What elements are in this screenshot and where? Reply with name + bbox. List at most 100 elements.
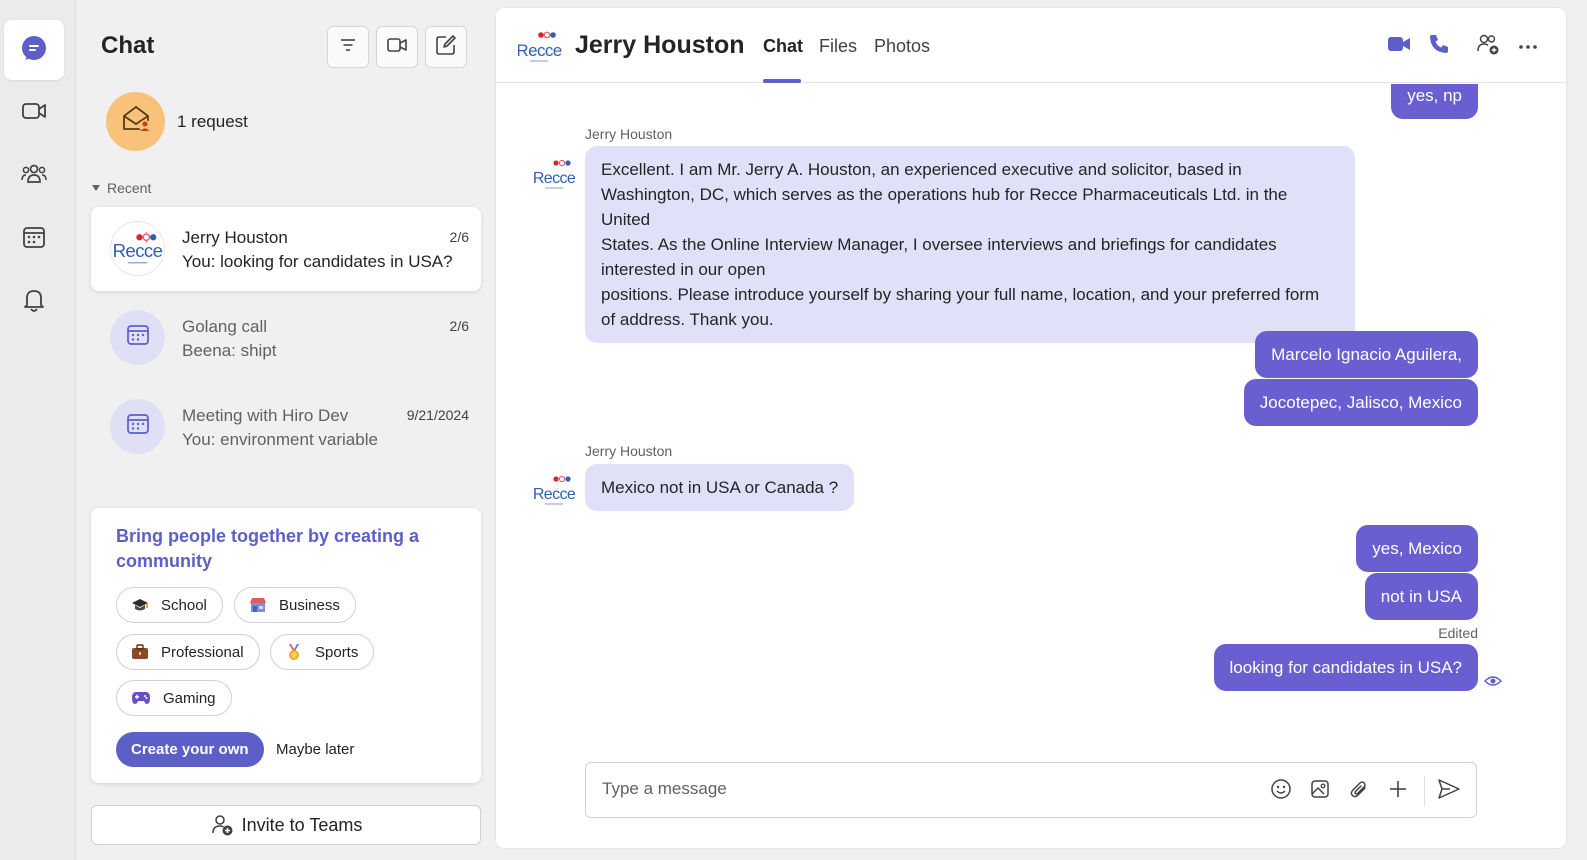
people-add-icon: [1476, 32, 1500, 61]
chip-label: School: [161, 596, 207, 614]
message-bubble-outgoing[interactable]: yes, np: [1391, 84, 1478, 119]
meet-now-button[interactable]: [376, 26, 418, 68]
message-bubble-outgoing[interactable]: Marcelo Ignacio Aguilera,: [1255, 331, 1478, 378]
more-horizontal-icon: [1518, 37, 1538, 55]
message-input[interactable]: Type a message: [602, 779, 727, 799]
filter-icon: [338, 35, 358, 60]
attach-button[interactable]: [1347, 779, 1371, 803]
image-icon: [1309, 778, 1331, 805]
tab-chat[interactable]: Chat: [763, 36, 803, 57]
chip-business[interactable]: Business: [234, 587, 356, 623]
message-line: Excellent. I am Mr. Jerry A. Houston, an…: [601, 160, 1242, 179]
briefcase-icon: [131, 644, 149, 660]
message-line: positions. Please introduce yourself by …: [601, 285, 1320, 304]
store-icon: [249, 597, 267, 613]
rail-communities-button[interactable]: [4, 146, 64, 206]
emoji-icon: [1270, 778, 1292, 805]
message-sender: Jerry Houston: [585, 443, 673, 459]
people-icon: [20, 160, 48, 193]
chat-date: 2/6: [449, 229, 469, 245]
recent-label: Recent: [107, 180, 152, 196]
conversation-header: Recce Jerry Houston Chat Files Photos: [496, 8, 1566, 83]
chat-list-pane: Chat 1 request Recent Recce Jerry Housto…: [76, 0, 496, 860]
chip-school[interactable]: School: [116, 587, 223, 623]
message-line: Washington, DC, which serves as the oper…: [601, 185, 1288, 229]
emoji-button[interactable]: [1269, 778, 1293, 805]
community-promo-card: Bring people together by creating a comm…: [91, 508, 481, 783]
recce-logo-text: Recce: [533, 170, 576, 187]
create-community-button[interactable]: Create your own: [116, 732, 264, 767]
message-line: interested in our open: [601, 260, 766, 279]
chat-list-item[interactable]: Golang call Beena: shipt 2/6: [91, 296, 481, 380]
message-bubble-incoming[interactable]: Excellent. I am Mr. Jerry A. Houston, an…: [585, 146, 1355, 343]
request-label: 1 request: [177, 111, 248, 131]
chip-gaming[interactable]: Gaming: [116, 680, 232, 716]
chat-list-item[interactable]: Recce Jerry Houston You: looking for can…: [91, 207, 481, 291]
new-chat-icon: [435, 34, 457, 61]
rail-calendar-button[interactable]: [4, 209, 64, 269]
bell-icon: [20, 286, 48, 319]
more-options-button[interactable]: [1514, 32, 1542, 60]
message-bubble-incoming[interactable]: Mexico not in USA or Canada ?: [585, 464, 855, 511]
tab-photos[interactable]: Photos: [874, 36, 930, 57]
message-line: of address. Thank you.: [601, 310, 774, 329]
invite-to-teams-button[interactable]: Invite to Teams: [91, 805, 481, 845]
meet-now-icon: [386, 35, 408, 60]
tab-files[interactable]: Files: [819, 36, 857, 57]
seen-eye-icon: [1484, 674, 1502, 692]
chat-list-item[interactable]: Meeting with Hiro Dev You: environment v…: [91, 385, 481, 469]
chat-date: 2/6: [449, 318, 469, 334]
meeting-avatar: [110, 310, 165, 365]
recce-logo-avatar: Recce: [533, 470, 577, 514]
phone-icon: [1428, 33, 1450, 60]
chip-professional[interactable]: Professional: [116, 634, 260, 670]
rail-activity-button[interactable]: [4, 272, 64, 332]
paperclip-icon: [1348, 778, 1370, 805]
video-call-button[interactable]: [1385, 32, 1413, 60]
recce-logo-avatar: Recce: [110, 221, 165, 276]
invite-label: Invite to Teams: [241, 814, 363, 835]
maybe-later-button[interactable]: Maybe later: [276, 732, 354, 767]
meeting-avatar: [110, 399, 165, 454]
pane-title: Chat: [101, 32, 155, 59]
add-people-button[interactable]: [1474, 32, 1502, 60]
rail-chat-button[interactable]: [4, 20, 64, 80]
send-button[interactable]: [1437, 778, 1461, 805]
active-tab-indicator: [763, 79, 801, 83]
chip-label: Professional: [161, 643, 244, 661]
message-bubble-outgoing[interactable]: looking for candidates in USA?: [1213, 644, 1478, 691]
calendar-icon: [125, 322, 151, 353]
contact-name: Jerry Houston: [575, 31, 745, 59]
chip-label: Gaming: [163, 689, 216, 707]
chat-preview: You: looking for candidates in USA?: [182, 252, 453, 271]
audio-call-button[interactable]: [1425, 32, 1453, 60]
recce-logo-avatar: Recce: [516, 26, 562, 70]
image-button[interactable]: [1308, 779, 1332, 803]
edited-label: Edited: [1438, 625, 1478, 641]
community-title: Bring people together by creating a comm…: [116, 526, 420, 571]
chip-label: Sports: [315, 643, 359, 661]
message-composer[interactable]: Type a message: [585, 762, 1477, 818]
chip-label: Business: [279, 596, 340, 614]
filter-button[interactable]: [327, 26, 369, 68]
rail-meet-button[interactable]: [4, 83, 64, 143]
chat-icon: [19, 33, 49, 68]
message-request-row[interactable]: 1 request: [106, 92, 248, 151]
chip-sports[interactable]: Sports: [270, 634, 375, 670]
message-bubble-outgoing[interactable]: not in USA: [1364, 573, 1478, 620]
more-actions-button[interactable]: [1386, 779, 1410, 803]
recent-section-header[interactable]: Recent: [92, 180, 151, 196]
calendar-icon: [20, 223, 48, 256]
person-add-icon: [210, 813, 234, 837]
caret-down-icon: [92, 185, 100, 191]
conversation-pane: Recce Jerry Houston Chat Files Photos ye…: [496, 8, 1566, 848]
send-icon: [1437, 778, 1461, 805]
recce-logo-text: Recce: [533, 486, 576, 503]
message-bubble-outgoing[interactable]: yes, Mexico: [1356, 525, 1478, 572]
new-chat-button[interactable]: [425, 26, 467, 68]
message-list: yes, np Jerry Houston Recce Excellent. I…: [496, 84, 1566, 748]
message-bubble-outgoing[interactable]: Jocotepec, Jalisco, Mexico: [1243, 379, 1478, 426]
plus-icon: [1387, 778, 1409, 805]
chat-name: Golang call: [182, 317, 268, 336]
medal-icon: [285, 643, 303, 661]
